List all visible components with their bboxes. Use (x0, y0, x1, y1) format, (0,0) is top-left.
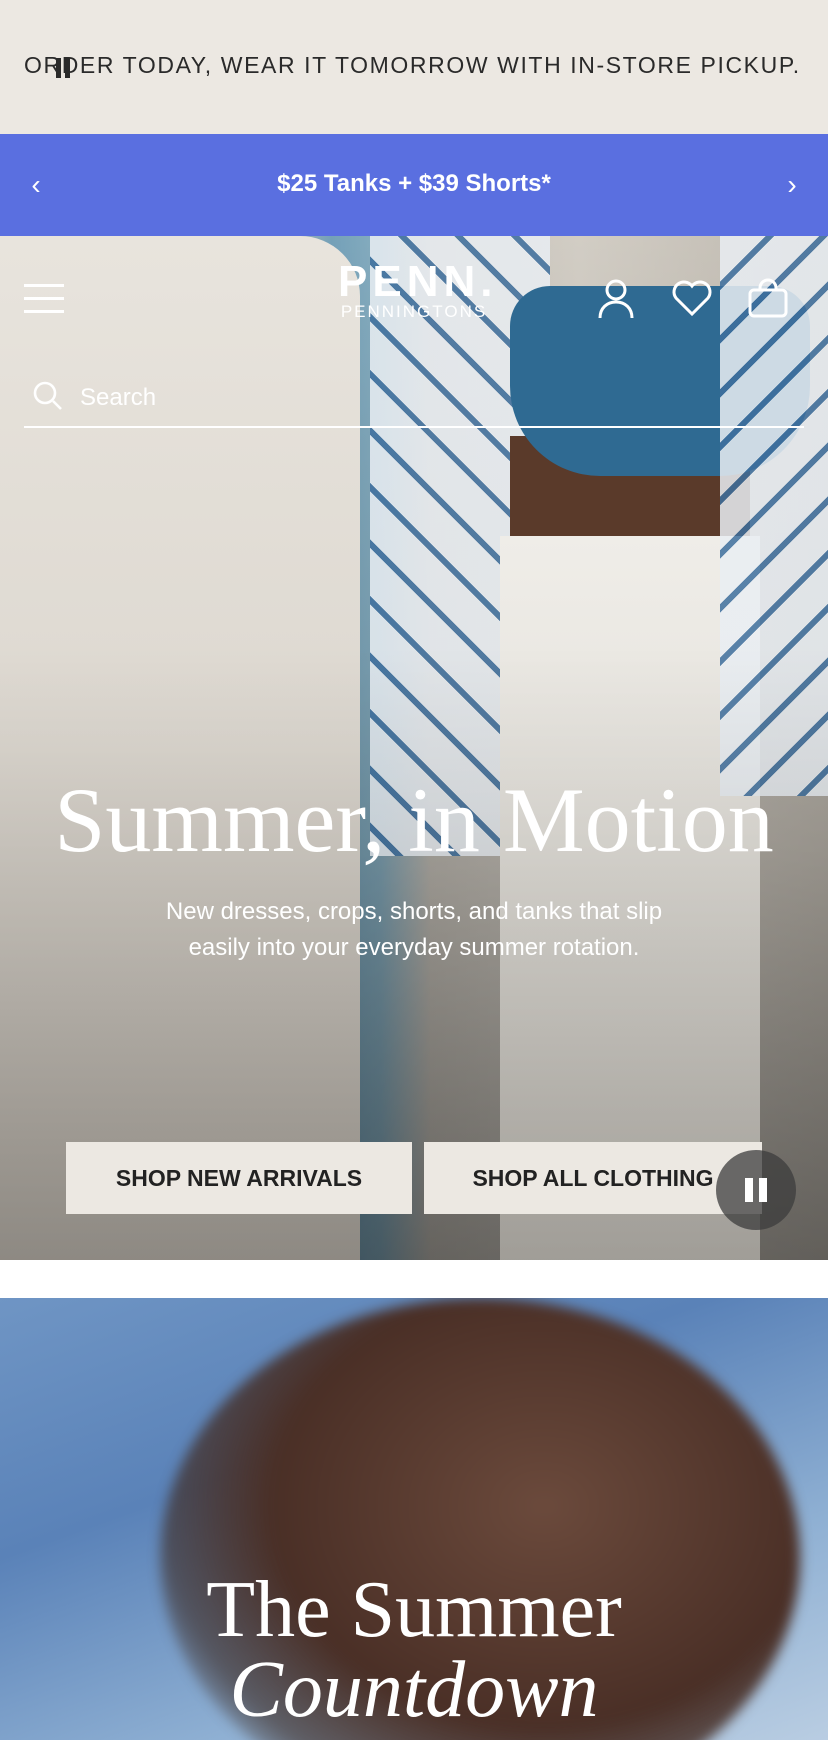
logo-sub: PENNINGTONS (340, 302, 488, 321)
heart-icon[interactable] (670, 276, 714, 320)
account-icon[interactable] (594, 276, 638, 320)
hero-title: Summer, in Motion (54, 769, 774, 871)
menu-icon[interactable] (24, 284, 64, 316)
pause-icon[interactable] (716, 1150, 796, 1230)
hero-subtitle: New dresses, crops, shorts, and tanks th… (165, 898, 663, 961)
logo-main: PENN. (338, 257, 498, 306)
announcement-pause-icon[interactable] (56, 58, 70, 78)
bag-icon[interactable] (746, 276, 790, 320)
countdown-title: The Summer Countdown (0, 1570, 828, 1730)
search-input[interactable]: Search (24, 370, 804, 428)
shop-all-clothing-button[interactable]: SHOP ALL CLOTHING (424, 1142, 762, 1214)
countdown-title-line1: The Summer (206, 1566, 622, 1654)
logo[interactable]: PENN. PENNINGTONS (338, 257, 498, 322)
search-icon (32, 380, 64, 412)
chevron-right-icon[interactable]: › (774, 165, 810, 205)
search-placeholder: Search (80, 384, 157, 411)
shop-new-arrivals-button[interactable]: SHOP NEW ARRIVALS (66, 1142, 412, 1214)
countdown-title-line2: Countdown (229, 1646, 599, 1734)
section-divider (0, 1260, 828, 1298)
promo-banner: ‹ $25 Tanks + $39 Shorts* › (0, 134, 828, 236)
promo-label[interactable]: $25 Tanks + $39 Shorts* (0, 170, 828, 198)
announcement-text: ORDER TODAY, WEAR IT TOMORROW WITH IN-ST… (24, 52, 801, 78)
announcement-bar: ORDER TODAY, WEAR IT TOMORROW WITH IN-ST… (0, 0, 828, 134)
